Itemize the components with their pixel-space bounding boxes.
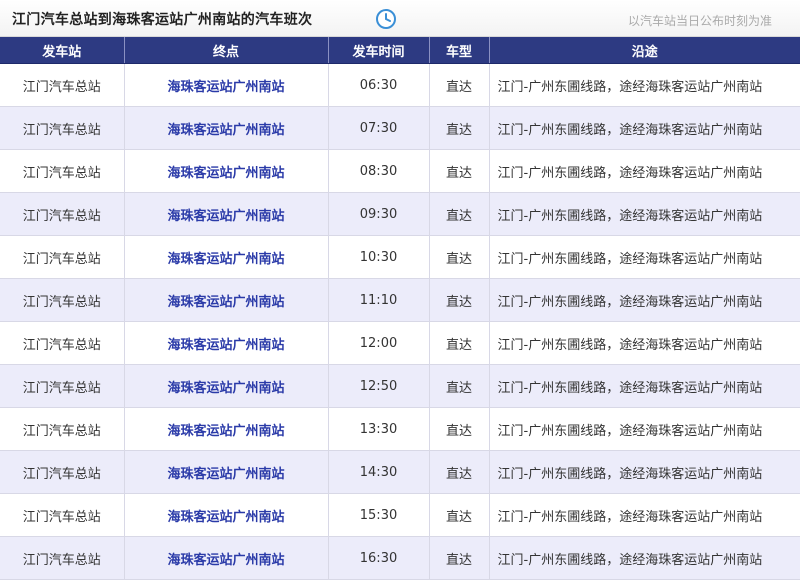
- column-header-bus-type: 车型: [429, 37, 490, 64]
- cell-departure-time: 16:30: [328, 536, 430, 580]
- cell-bus-type: 直达: [429, 278, 490, 322]
- cell-station: 江门汽车总站: [0, 407, 125, 451]
- cell-bus-type: 直达: [429, 450, 490, 494]
- cell-bus-type: 直达: [429, 493, 490, 537]
- column-header-departure-time: 发车时间: [328, 37, 430, 64]
- cell-station: 江门汽车总站: [0, 364, 125, 408]
- cell-destination-link[interactable]: 海珠客运站广州南站: [124, 407, 329, 451]
- table-row: 江门汽车总站 海珠客运站广州南站 15:30 直达 江门-广州东圃线路，途经海珠客运站广…: [0, 493, 800, 537]
- cell-departure-time: 09:30: [328, 192, 430, 236]
- cell-bus-type: 直达: [429, 407, 490, 451]
- column-header-destination: 终点: [124, 37, 329, 64]
- table-row: 江门汽车总站 海珠客运站广州南站 07:30 直达 江门-广州东圃线路，途经海珠客运站广…: [0, 106, 800, 150]
- cell-departure-time: 13:30: [328, 407, 430, 451]
- cell-route: 江门-广州东圃线路，途经海珠客运站广州南站: [489, 149, 800, 193]
- cell-departure-time: 14:30: [328, 450, 430, 494]
- cell-destination-link[interactable]: 海珠客运站广州南站: [124, 192, 329, 236]
- cell-station: 江门汽车总站: [0, 536, 125, 580]
- schedule-header: 江门汽车总站到海珠客运站广州南站的汽车班次 以汽车站当日公布时刻为准: [0, 0, 800, 37]
- clock-icon: [376, 9, 396, 29]
- schedule-table: 发车站 终点 发车时间 车型 沿途 江门汽车总站 海珠客运站广州南站 06:30 直达…: [0, 37, 800, 580]
- table-row: 江门汽车总站 海珠客运站广州南站 16:30 直达 江门-广州东圃线路，途经海珠客运站广…: [0, 536, 800, 580]
- cell-departure-time: 11:10: [328, 278, 430, 322]
- cell-route: 江门-广州东圃线路，途经海珠客运站广州南站: [489, 63, 800, 107]
- column-header-route: 沿途: [489, 37, 800, 64]
- cell-route: 江门-广州东圃线路，途经海珠客运站广州南站: [489, 321, 800, 365]
- cell-station: 江门汽车总站: [0, 149, 125, 193]
- timetable-note: 以汽车站当日公布时刻为准: [627, 14, 772, 28]
- cell-departure-time: 12:00: [328, 321, 430, 365]
- cell-station: 江门汽车总站: [0, 106, 125, 150]
- table-row: 江门汽车总站 海珠客运站广州南站 11:10 直达 江门-广州东圃线路，途经海珠客运站广…: [0, 278, 800, 322]
- cell-route: 江门-广州东圃线路，途经海珠客运站广州南站: [489, 450, 800, 494]
- cell-bus-type: 直达: [429, 536, 490, 580]
- table-header-row: 发车站 终点 发车时间 车型 沿途: [0, 37, 800, 64]
- table-row: 江门汽车总站 海珠客运站广州南站 08:30 直达 江门-广州东圃线路，途经海珠客运站广…: [0, 149, 800, 193]
- cell-departure-time: 10:30: [328, 235, 430, 279]
- cell-station: 江门汽车总站: [0, 63, 125, 107]
- cell-destination-link[interactable]: 海珠客运站广州南站: [124, 63, 329, 107]
- cell-destination-link[interactable]: 海珠客运站广州南站: [124, 149, 329, 193]
- cell-destination-link[interactable]: 海珠客运站广州南站: [124, 493, 329, 537]
- cell-destination-link[interactable]: 海珠客运站广州南站: [124, 278, 329, 322]
- cell-station: 江门汽车总站: [0, 192, 125, 236]
- cell-destination-link[interactable]: 海珠客运站广州南站: [124, 450, 329, 494]
- cell-route: 江门-广州东圃线路，途经海珠客运站广州南站: [489, 278, 800, 322]
- cell-departure-time: 15:30: [328, 493, 430, 537]
- cell-station: 江门汽车总站: [0, 278, 125, 322]
- schedule-panel: 江门汽车总站到海珠客运站广州南站的汽车班次 以汽车站当日公布时刻为准 发车站 终…: [0, 0, 800, 580]
- cell-destination-link[interactable]: 海珠客运站广州南站: [124, 106, 329, 150]
- cell-bus-type: 直达: [429, 106, 490, 150]
- cell-route: 江门-广州东圃线路，途经海珠客运站广州南站: [489, 192, 800, 236]
- cell-station: 江门汽车总站: [0, 450, 125, 494]
- cell-bus-type: 直达: [429, 364, 490, 408]
- cell-bus-type: 直达: [429, 192, 490, 236]
- table-row: 江门汽车总站 海珠客运站广州南站 12:50 直达 江门-广州东圃线路，途经海珠客运站广…: [0, 364, 800, 408]
- cell-departure-time: 12:50: [328, 364, 430, 408]
- cell-bus-type: 直达: [429, 149, 490, 193]
- cell-route: 江门-广州东圃线路，途经海珠客运站广州南站: [489, 235, 800, 279]
- cell-station: 江门汽车总站: [0, 493, 125, 537]
- cell-route: 江门-广州东圃线路，途经海珠客运站广州南站: [489, 493, 800, 537]
- cell-route: 江门-广州东圃线路，途经海珠客运站广州南站: [489, 364, 800, 408]
- cell-route: 江门-广州东圃线路，途经海珠客运站广州南站: [489, 536, 800, 580]
- cell-destination-link[interactable]: 海珠客运站广州南站: [124, 536, 329, 580]
- cell-station: 江门汽车总站: [0, 235, 125, 279]
- table-row: 江门汽车总站 海珠客运站广州南站 14:30 直达 江门-广州东圃线路，途经海珠客运站广…: [0, 450, 800, 494]
- table-row: 江门汽车总站 海珠客运站广州南站 06:30 直达 江门-广州东圃线路，途经海珠客运站广…: [0, 63, 800, 107]
- table-row: 江门汽车总站 海珠客运站广州南站 10:30 直达 江门-广州东圃线路，途经海珠客运站广…: [0, 235, 800, 279]
- table-row: 江门汽车总站 海珠客运站广州南站 12:00 直达 江门-广州东圃线路，途经海珠客运站广…: [0, 321, 800, 365]
- column-header-station: 发车站: [0, 37, 125, 64]
- table-row: 江门汽车总站 海珠客运站广州南站 09:30 直达 江门-广州东圃线路，途经海珠客运站广…: [0, 192, 800, 236]
- cell-route: 江门-广州东圃线路，途经海珠客运站广州南站: [489, 106, 800, 150]
- cell-bus-type: 直达: [429, 321, 490, 365]
- cell-destination-link[interactable]: 海珠客运站广州南站: [124, 364, 329, 408]
- cell-destination-link[interactable]: 海珠客运站广州南站: [124, 235, 329, 279]
- cell-station: 江门汽车总站: [0, 321, 125, 365]
- cell-departure-time: 07:30: [328, 106, 430, 150]
- cell-bus-type: 直达: [429, 63, 490, 107]
- cell-departure-time: 06:30: [328, 63, 430, 107]
- cell-destination-link[interactable]: 海珠客运站广州南站: [124, 321, 329, 365]
- table-row: 江门汽车总站 海珠客运站广州南站 13:30 直达 江门-广州东圃线路，途经海珠客运站广…: [0, 407, 800, 451]
- page-title: 江门汽车总站到海珠客运站广州南站的汽车班次: [12, 12, 313, 28]
- cell-route: 江门-广州东圃线路，途经海珠客运站广州南站: [489, 407, 800, 451]
- cell-departure-time: 08:30: [328, 149, 430, 193]
- cell-bus-type: 直达: [429, 235, 490, 279]
